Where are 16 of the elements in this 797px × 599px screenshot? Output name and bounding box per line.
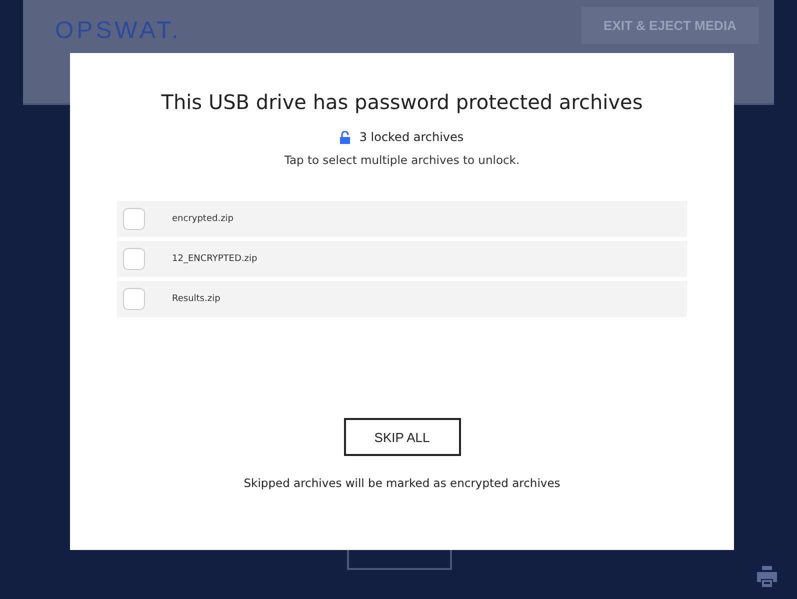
locked-count: 3 locked archives [359,130,464,144]
archive-name: 12_ENCRYPTED.zip [172,254,258,264]
archive-row[interactable]: Results.zip [117,281,687,317]
note-text: Skipped archives will be marked as encrypted archives [244,476,560,490]
archive-row[interactable]: 12_ENCRYPTED.zip [117,241,687,277]
checkbox[interactable] [123,208,145,230]
instruction-text: Tap to select multiple archives to unlock. [284,153,520,167]
checkbox[interactable] [123,288,145,310]
archive-name: encrypted.zip [172,214,234,224]
skip-all-button[interactable]: SKIP ALL [344,418,460,456]
dialog-title: This USB drive has password protected archives [161,90,643,114]
checkbox[interactable] [123,248,145,270]
printer-icon[interactable] [757,566,777,587]
unlocked-padlock-icon [340,130,350,144]
archive-name: Results.zip [172,294,220,304]
archive-row[interactable]: encrypted.zip [117,201,687,237]
